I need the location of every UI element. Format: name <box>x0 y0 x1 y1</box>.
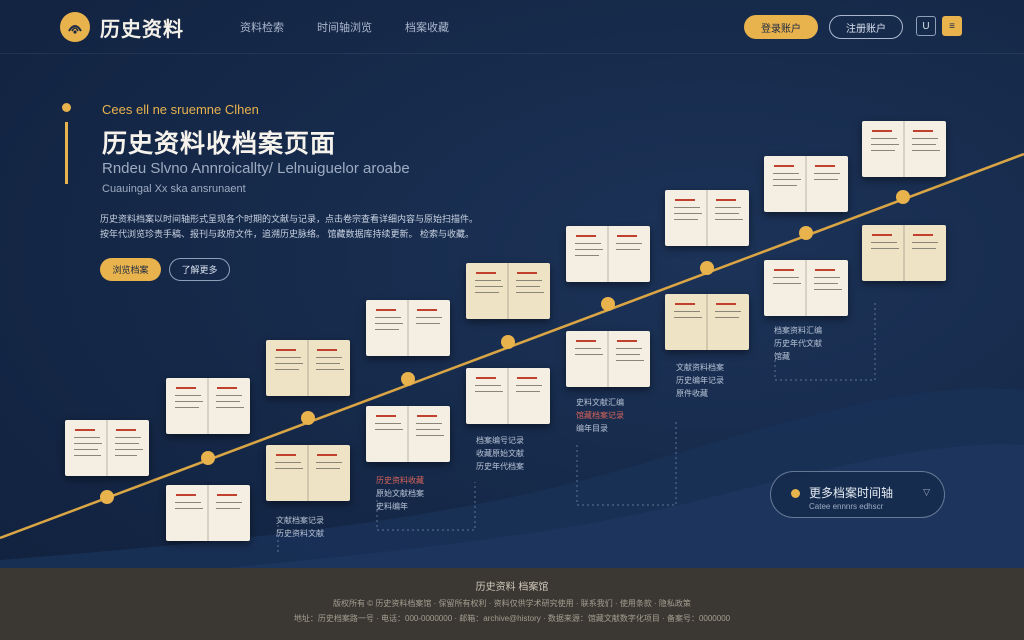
archive-document-card[interactable] <box>665 190 749 246</box>
timeline-entry[interactable]: 史料文献汇编 馆藏档案记录 编年目录 <box>576 396 624 435</box>
archive-document-card[interactable] <box>466 263 550 319</box>
archive-document-card[interactable] <box>366 300 450 356</box>
timeline-entry-line: 档案编号记录 <box>476 436 524 445</box>
more-timeline-button[interactable]: 更多档案时间轴 Catee ennnrs edhscr ▽ <box>770 471 945 518</box>
timeline-entry-line: 历史资料文献 <box>276 529 324 538</box>
timeline-entry-line: 历史年代文献 <box>774 339 822 348</box>
timeline-node <box>601 297 615 311</box>
archive-document-card[interactable] <box>862 121 946 177</box>
timeline-node <box>201 451 215 465</box>
timeline <box>0 152 1024 555</box>
archive-document-card[interactable] <box>566 331 650 387</box>
accent-dot <box>791 489 800 498</box>
archive-document-card[interactable] <box>166 378 250 434</box>
timeline-entry-line: 馆藏 <box>774 352 790 361</box>
timeline-entry-line: 馆藏档案记录 <box>576 411 624 420</box>
timeline-node <box>100 490 114 504</box>
archive-document-card[interactable] <box>466 368 550 424</box>
timeline-entry-line: 历史资料收藏 <box>376 476 424 485</box>
archive-document-card[interactable] <box>862 225 946 281</box>
archive-document-card[interactable] <box>266 340 350 396</box>
timeline-entry-line: 收藏原始文献 <box>476 449 524 458</box>
timeline-node <box>896 190 910 204</box>
timeline-entry-line: 历史年代档案 <box>476 462 524 471</box>
archive-document-card[interactable] <box>166 485 250 541</box>
timeline-entry[interactable]: 历史资料收藏 原始文献档案 史料编年 <box>376 474 424 513</box>
timeline-entry-line: 史料编年 <box>376 502 408 511</box>
timeline-node <box>301 411 315 425</box>
footer-copyright: 版权所有 © 历史资料档案馆 · 保留所有权利 · 资料仅供学术研究使用 · 联… <box>333 599 691 608</box>
timeline-entry[interactable]: 文献资料档案 历史编年记录 原件收藏 <box>676 361 724 400</box>
timeline-entry-line: 文献资料档案 <box>676 363 724 372</box>
archive-document-card[interactable] <box>65 420 149 476</box>
timeline-node <box>700 261 714 275</box>
archive-document-card[interactable] <box>764 260 848 316</box>
timeline-entry-line: 历史编年记录 <box>676 376 724 385</box>
timeline-entry[interactable]: 文献档案记录 历史资料文献 <box>276 514 324 540</box>
archive-document-card[interactable] <box>366 406 450 462</box>
timeline-node <box>799 226 813 240</box>
timeline-entry[interactable]: 档案编号记录 收藏原始文献 历史年代档案 <box>476 434 524 473</box>
timeline-node <box>401 372 415 386</box>
footer-title: 历史资料 档案馆 <box>475 582 549 593</box>
archive-document-card[interactable] <box>764 156 848 212</box>
more-timeline-subtitle: Catee ennnrs edhscr <box>809 502 884 511</box>
archive-document-card[interactable] <box>266 445 350 501</box>
timeline-entry-line: 史料文献汇编 <box>576 398 624 407</box>
timeline-node <box>501 335 515 349</box>
timeline-entry-line: 档案资料汇编 <box>774 326 822 335</box>
more-timeline-title: 更多档案时间轴 <box>809 486 894 500</box>
timeline-entry-line: 原件收藏 <box>676 389 708 398</box>
footer: 历史资料 档案馆 版权所有 © 历史资料档案馆 · 保留所有权利 · 资料仅供学… <box>0 568 1024 640</box>
archive-document-card[interactable] <box>566 226 650 282</box>
footer-contact: 地址：历史档案路一号 · 电话：000-0000000 · 邮箱：archive… <box>293 614 731 623</box>
timeline-entry-line: 原始文献档案 <box>376 489 424 498</box>
archive-document-card[interactable] <box>665 294 749 350</box>
timeline-entry-line: 编年目录 <box>576 424 608 433</box>
chevron-down-icon: ▽ <box>923 487 930 497</box>
page: 历史资料 资料检索 时间轴浏览 档案收藏 登录账户 注册账户 U ≡ Cees … <box>0 0 1024 640</box>
timeline-entry[interactable]: 档案资料汇编 历史年代文献 馆藏 <box>774 324 822 363</box>
timeline-entry-line: 文献档案记录 <box>276 516 324 525</box>
